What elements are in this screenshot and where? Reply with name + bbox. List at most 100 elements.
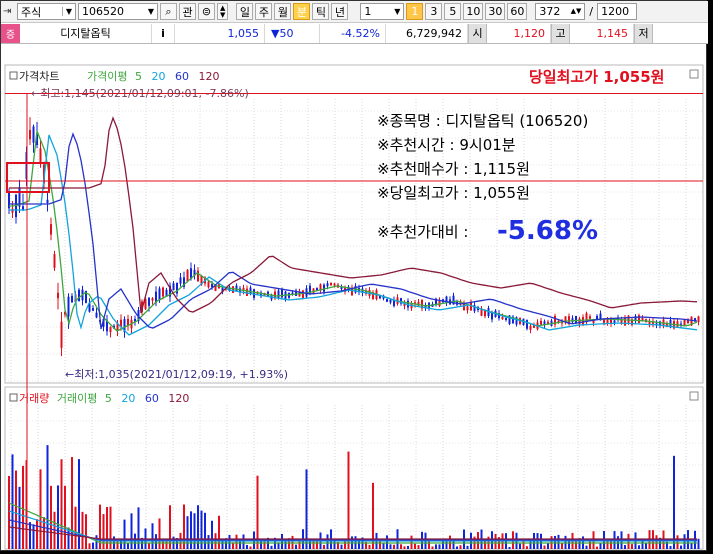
volume-bar [403,546,406,549]
today-high-annotation: 당일최고가 1,055원 [529,68,664,86]
period-tick-button[interactable]: 틱 [312,3,330,20]
candle-body [505,317,507,320]
candle-body [172,283,175,291]
rec-high-line: ※당일최고가 : 1,055원 [377,184,530,202]
volume-bar [697,538,700,549]
interest-button[interactable]: 관 [179,3,196,20]
candle-body [22,206,24,210]
volume-bar [102,514,105,549]
ma-label: 가격이평 [87,70,127,83]
volume-bar [228,534,231,549]
interval-30-button[interactable]: 30 [485,3,506,20]
volume-bar [326,534,329,549]
chart-toolbar: ⇥ 주식 ▼ 106520 ▼ ⌕ 관 ⊜ ▲ ▼ 일 주 월 분 틱 년 1 ▼… [1,1,708,23]
volume-bar [8,475,10,549]
candle-body [32,126,35,143]
volume-bar [323,544,325,549]
chevron-down-icon: ▼ [394,7,401,16]
volume-bar [589,540,591,549]
volume-bar [631,544,633,549]
interval-1-button[interactable]: 1 [406,3,424,20]
stock-name: 디지탈옵틱 [60,27,111,40]
volume-bar [676,535,679,549]
volume-bar [638,545,640,549]
volume-bar [211,520,213,549]
period-day-button[interactable]: 일 [236,3,254,20]
change-rate: -4.52% [320,23,386,43]
rec-time-line: ※추천시간 : 9시01분 [377,136,516,154]
volume-bar [393,544,395,549]
volume-bar [599,543,602,549]
volume-bar [543,545,546,549]
panel-menu-icon[interactable] [9,71,18,80]
volume-bar [312,540,315,549]
volume-bar [547,542,549,549]
market-type-value: 주식 [21,5,42,19]
interval-60-button[interactable]: 60 [507,3,528,20]
search-button[interactable]: ⌕ [160,3,177,20]
price-panel [4,64,704,384]
interval-5-button[interactable]: 5 [444,3,462,20]
candle-body [46,199,49,204]
max-count-input[interactable]: 1200 [597,3,638,20]
volume-bar [284,541,287,549]
volume-bar [130,513,133,549]
volume-bar [459,545,462,549]
candle-body [148,297,150,306]
volume-bar [218,515,220,549]
panel-menu-icon[interactable] [9,393,18,402]
candle-body [333,283,336,286]
volume-bar [389,544,392,549]
market-type-select[interactable]: 주식 ▼ [17,3,76,20]
bar-count-stepper[interactable]: 372 ▲▼ [535,3,586,20]
stepper-button[interactable]: ▲ ▼ [217,3,229,20]
vol-ma20-label: 20 [121,392,135,405]
candle-body [71,295,73,303]
candle-body [466,306,469,311]
candle-body [11,208,14,213]
link-button[interactable]: ⊜ [198,3,215,20]
stock-name-field[interactable]: 디지탈옵틱 [20,23,152,43]
candle-body [676,321,679,327]
period-month-button[interactable]: 월 [274,3,292,20]
trade-volume-value: 6,729,942 [406,26,462,40]
volume-bar [456,546,458,549]
interval-3-button[interactable]: 3 [425,3,443,20]
volume-bar [305,469,308,549]
candle-body [78,289,80,302]
candle-body [603,319,605,323]
volume-bar [32,524,35,549]
volume-bar [246,544,248,549]
volume-bar [88,543,91,549]
volume-bar [158,518,161,549]
period-week-button[interactable]: 주 [255,3,273,20]
vol-ma60-label: 60 [145,392,159,405]
link-icon: ⊜ [201,5,212,18]
price-legend-title: 가격차트 [19,70,59,83]
panel-close-icon[interactable] [689,391,699,401]
candle-body [162,287,164,297]
candle-body [57,292,59,299]
volume-bar [165,540,168,549]
candle-body [39,148,42,163]
max-count-value: 1200 [601,5,630,18]
toggle-panel-icon[interactable]: ⇥ [3,6,15,17]
volume-bar [344,540,346,549]
chart-area[interactable]: 가격차트 가격이평 5 20 60 120 거래량 거래이평 5 20 60 1… [1,44,708,552]
interval-select[interactable]: 1 ▼ [360,3,405,20]
candle-body [207,281,210,288]
volume-bar [309,540,311,549]
volume-bar [64,485,66,549]
volume-bar [655,535,658,549]
trade-volume: 6,729,942 [386,23,468,43]
volume-legend-title: 거래량 [19,392,49,405]
period-minute-button[interactable]: 분 [293,3,311,20]
period-year-button[interactable]: 년 [331,3,349,20]
volume-bar [85,514,87,549]
chevron-down-icon: ▼ [61,7,72,16]
stock-code-input[interactable]: 106520 ▼ [78,3,158,20]
info-button[interactable]: i [152,23,175,43]
interval-10-button[interactable]: 10 [463,3,484,20]
panel-close-icon[interactable] [689,69,699,79]
candle-body [60,321,63,348]
